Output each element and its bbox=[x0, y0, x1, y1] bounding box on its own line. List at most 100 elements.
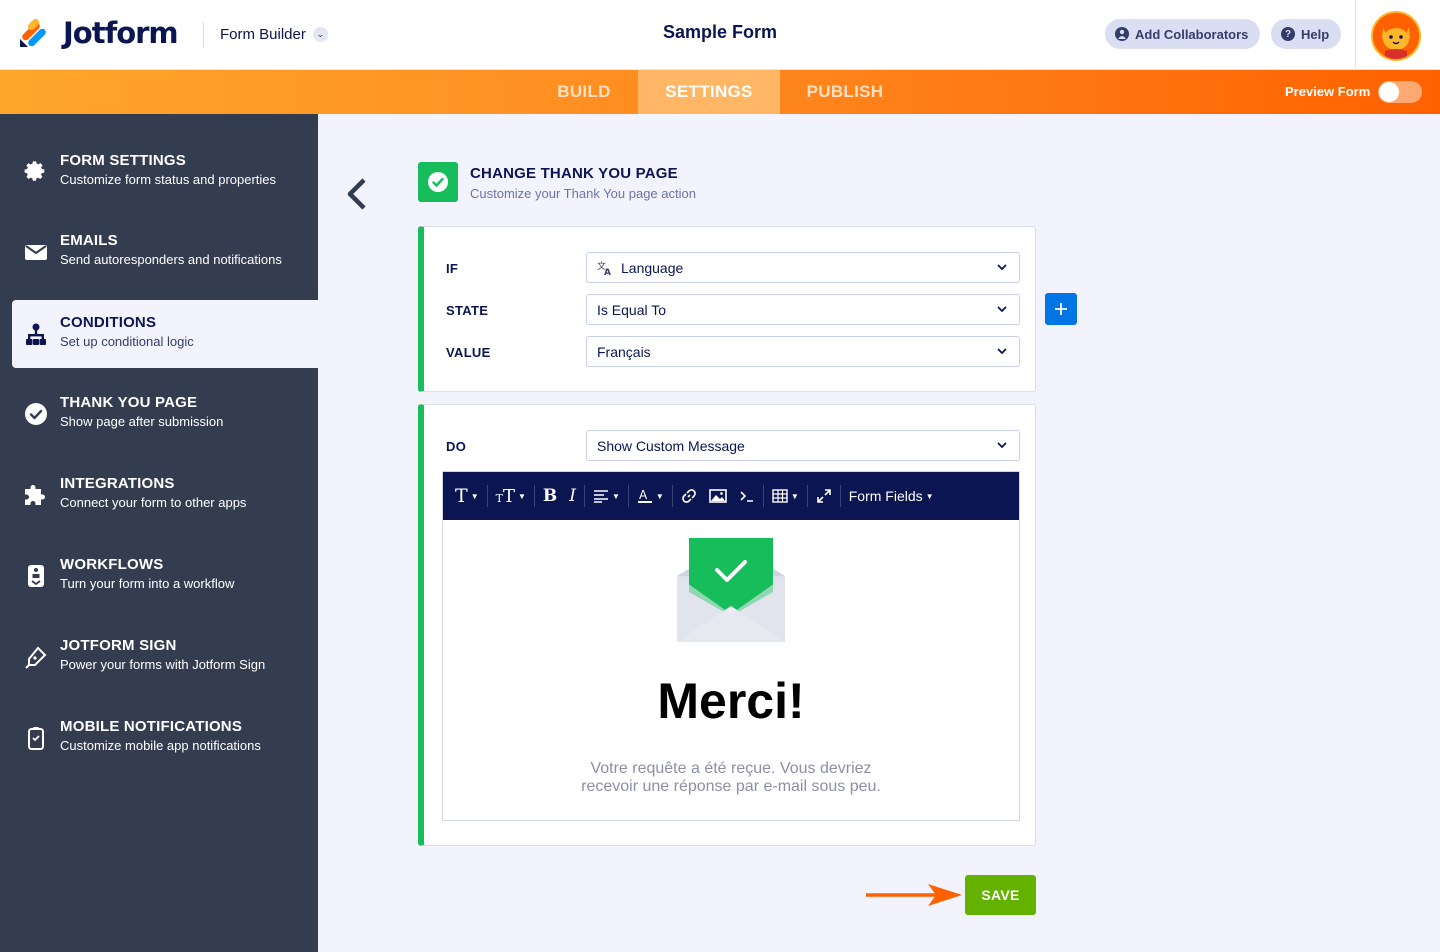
sidebar-item-mobile-notifications[interactable]: MOBILE NOTIFICATIONS Customize mobile ap… bbox=[0, 704, 318, 772]
svg-text:A: A bbox=[604, 268, 611, 276]
chevron-down-icon: ⌄ bbox=[312, 27, 328, 42]
form-fields-button[interactable]: Form Fields ▼ bbox=[843, 472, 940, 520]
sidebar-item-title: EMAILS bbox=[60, 232, 118, 249]
caret-down-icon: ▼ bbox=[655, 491, 664, 501]
align-button[interactable]: ▼ bbox=[587, 472, 626, 520]
section-title: CHANGE THANK YOU PAGE bbox=[470, 165, 678, 182]
text-color-icon: A bbox=[637, 488, 652, 503]
toolbar-divider bbox=[839, 485, 841, 507]
sidebar-item-subtitle: Customize form status and properties bbox=[60, 172, 277, 187]
state-label: STATE bbox=[446, 303, 489, 318]
sidebar-item-subtitle: Show page after submission bbox=[60, 414, 224, 429]
svg-text:A: A bbox=[639, 488, 648, 502]
toolbar-divider bbox=[806, 485, 808, 507]
sidebar-item-subtitle: Power your forms with Jotform Sign bbox=[60, 657, 266, 672]
preview-form-label: Preview Form bbox=[1285, 84, 1371, 99]
link-button[interactable] bbox=[675, 472, 703, 520]
font-family-button[interactable]: T ▼ bbox=[449, 472, 485, 520]
message-title: Merci! bbox=[657, 673, 805, 729]
sidebar-item-subtitle: Customize mobile app notifications bbox=[60, 738, 261, 753]
form-builder-label: Form Builder bbox=[220, 26, 306, 43]
italic-button[interactable]: I bbox=[563, 472, 582, 520]
toolbar-divider bbox=[762, 485, 764, 507]
image-button[interactable] bbox=[703, 472, 733, 520]
back-chevron-icon[interactable] bbox=[342, 176, 372, 212]
toolbar-divider bbox=[583, 485, 585, 507]
sidebar-item-title: FORM SETTINGS bbox=[60, 152, 186, 169]
sidebar-item-integrations[interactable]: INTEGRATIONS Connect your form to other … bbox=[0, 461, 318, 529]
state-select[interactable]: Is Equal To bbox=[586, 294, 1020, 325]
text-color-button[interactable]: A ▼ bbox=[631, 472, 670, 520]
if-label: IF bbox=[446, 261, 459, 276]
font-size-button[interactable]: TT ▼ bbox=[490, 472, 532, 520]
caret-down-icon: ▼ bbox=[611, 491, 620, 501]
preview-form-toggle[interactable] bbox=[1378, 81, 1422, 103]
sidebar-item-workflows[interactable]: WORKFLOWS Turn your form into a workflow bbox=[0, 542, 318, 610]
if-field-select[interactable]: 文A Language bbox=[586, 252, 1020, 283]
avatar-divider bbox=[1355, 0, 1356, 70]
pen-icon bbox=[25, 646, 47, 669]
tab-build-label: BUILD bbox=[557, 82, 611, 101]
envelope-check-illustration bbox=[677, 538, 785, 642]
puzzle-icon bbox=[25, 485, 45, 505]
chevron-down-icon bbox=[997, 348, 1007, 355]
expand-icon bbox=[816, 489, 831, 503]
caret-down-icon: ▼ bbox=[517, 491, 526, 501]
sidebar-item-form-settings[interactable]: FORM SETTINGS Customize form status and … bbox=[0, 138, 318, 206]
table-icon bbox=[772, 489, 788, 503]
sidebar-item-jotform-sign[interactable]: JOTFORM SIGN Power your forms with Jotfo… bbox=[0, 623, 318, 691]
value-select[interactable]: Français bbox=[586, 336, 1020, 367]
tab-build[interactable]: BUILD bbox=[530, 70, 638, 114]
rich-text-editor[interactable]: T ▼ TT ▼ B I ▼ A ▼ ▼ Form Fields ▼ Merci… bbox=[442, 471, 1020, 821]
condition-card: IF 文A Language STATE Is Equal To VALUE F… bbox=[418, 226, 1036, 392]
arrow-pointer-icon bbox=[866, 884, 962, 906]
editor-toolbar: T ▼ TT ▼ B I ▼ A ▼ ▼ Form Fields ▼ bbox=[443, 472, 1019, 520]
tab-publish-label: PUBLISH bbox=[806, 82, 884, 101]
jotform-logo[interactable]: Jotform bbox=[18, 16, 179, 50]
italic-icon: I bbox=[569, 486, 576, 506]
header-divider bbox=[203, 22, 204, 48]
chevron-down-icon bbox=[997, 306, 1007, 313]
toolbar-divider bbox=[533, 485, 535, 507]
logo-text: Jotform bbox=[63, 16, 179, 50]
action-card: DO Show Custom Message T ▼ TT ▼ B I ▼ A ▼ ▼… bbox=[418, 404, 1036, 846]
toolbar-divider bbox=[671, 485, 673, 507]
bold-button[interactable]: B bbox=[537, 472, 563, 520]
sidebar-item-emails[interactable]: EMAILS Send autoresponders and notificat… bbox=[0, 218, 318, 286]
conditions-icon bbox=[26, 323, 46, 345]
toolbar-divider bbox=[486, 485, 488, 507]
tab-settings[interactable]: SETTINGS bbox=[638, 70, 780, 114]
add-collaborators-button[interactable]: Add Collaborators bbox=[1105, 19, 1261, 49]
form-fields-label: Form Fields bbox=[848, 488, 923, 504]
sidebar-item-thank-you-page[interactable]: THANK YOU PAGE Show page after submissio… bbox=[0, 380, 318, 448]
value-label: VALUE bbox=[446, 345, 491, 360]
code-button[interactable] bbox=[733, 472, 761, 520]
help-icon: ? bbox=[1281, 27, 1295, 41]
gear-icon bbox=[24, 161, 45, 181]
state-value: Is Equal To bbox=[597, 301, 667, 318]
check-circle-icon bbox=[25, 403, 47, 425]
mobile-icon bbox=[28, 727, 44, 750]
chevron-down-icon bbox=[997, 442, 1007, 449]
envelope-icon bbox=[25, 245, 47, 260]
tab-settings-label: SETTINGS bbox=[665, 82, 753, 101]
sidebar-item-conditions[interactable]: CONDITIONS Set up conditional logic bbox=[12, 300, 318, 368]
tab-publish[interactable]: PUBLISH bbox=[780, 70, 910, 114]
sidebar-item-title: WORKFLOWS bbox=[60, 556, 164, 573]
chevron-down-icon bbox=[997, 264, 1007, 271]
save-button[interactable]: SAVE bbox=[965, 875, 1036, 915]
fullscreen-button[interactable] bbox=[810, 472, 838, 520]
table-button[interactable]: ▼ bbox=[766, 472, 805, 520]
do-action-select[interactable]: Show Custom Message bbox=[586, 430, 1020, 461]
align-left-icon bbox=[593, 490, 608, 503]
value-value: Français bbox=[597, 343, 651, 360]
font-family-icon: T bbox=[455, 485, 468, 507]
do-label: DO bbox=[446, 439, 467, 454]
help-button[interactable]: ? Help bbox=[1271, 19, 1342, 49]
form-builder-dropdown[interactable]: Form Builder ⌄ bbox=[220, 26, 328, 43]
sidebar-item-subtitle: Set up conditional logic bbox=[60, 334, 194, 349]
builder-nav: BUILD SETTINGS PUBLISH Preview Form bbox=[0, 70, 1440, 114]
user-icon bbox=[1115, 27, 1129, 41]
avatar[interactable] bbox=[1371, 11, 1421, 61]
add-condition-button[interactable] bbox=[1045, 293, 1077, 325]
